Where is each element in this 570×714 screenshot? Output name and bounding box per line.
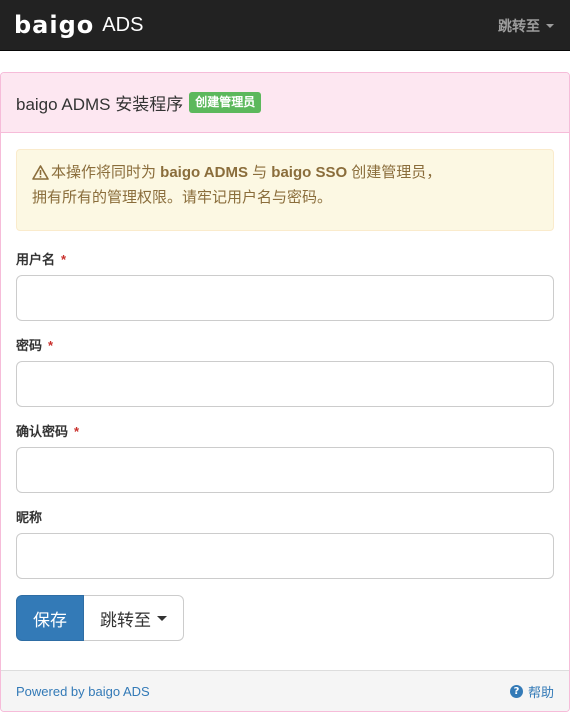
- jump-button-label: 跳转至: [100, 610, 151, 630]
- form-group-confirm-password: 确认密码 *: [16, 423, 554, 493]
- password-label: 密码 *: [16, 338, 54, 353]
- username-input[interactable]: [16, 275, 554, 321]
- help-link[interactable]: ? 帮助: [509, 682, 554, 701]
- alert-bold-adms: baigo ADMS: [160, 164, 248, 181]
- save-button[interactable]: 保存: [16, 595, 84, 641]
- password-input[interactable]: [16, 361, 554, 407]
- install-panel: baigo ADMS 安装程序 创建管理员 本操作将同时为 baigo ADMS…: [0, 72, 570, 712]
- help-label: 帮助: [527, 684, 554, 700]
- brand-logo[interactable]: baigo ADS: [14, 11, 143, 39]
- required-mark: *: [48, 338, 54, 353]
- powered-by-link[interactable]: Powered by baigo ADS: [16, 684, 150, 699]
- nickname-label: 昵称: [16, 510, 43, 525]
- chevron-down-icon: [546, 24, 554, 28]
- logo-suffix: ADS: [102, 14, 144, 36]
- top-navbar: baigo ADS 跳转至: [0, 0, 570, 51]
- required-mark: *: [61, 252, 67, 267]
- alert-text-3: 创建管理员，: [347, 164, 442, 181]
- nav-jump-dropdown[interactable]: 跳转至: [498, 16, 554, 36]
- logo-wordmark: baigo: [14, 11, 95, 39]
- question-circle-icon: ?: [509, 684, 523, 698]
- warning-icon: [32, 165, 49, 187]
- alert-text-line2: 拥有所有的管理权限。请牢记用户名与密码。: [32, 189, 333, 206]
- alert-text-2: 与: [247, 164, 272, 181]
- panel-footer: Powered by baigo ADS ? 帮助: [1, 670, 569, 711]
- form-group-password: 密码 *: [16, 337, 554, 407]
- panel-heading: baigo ADMS 安装程序 创建管理员: [1, 73, 569, 133]
- warning-alert: 本操作将同时为 baigo ADMS 与 baigo SSO 创建管理员， 拥有…: [16, 149, 554, 231]
- nickname-input[interactable]: [16, 533, 554, 579]
- chevron-down-icon: [157, 615, 167, 621]
- username-label: 用户名 *: [16, 252, 67, 267]
- confirm-password-input[interactable]: [16, 447, 554, 493]
- form-group-username: 用户名 *: [16, 251, 554, 321]
- confirm-password-label: 确认密码 *: [16, 424, 80, 439]
- step-badge: 创建管理员: [189, 92, 262, 113]
- alert-text-1: 本操作将同时为: [51, 164, 161, 181]
- form-group-nickname: 昵称: [16, 509, 554, 579]
- action-button-group: 保存 跳转至: [16, 595, 184, 641]
- page-title: baigo ADMS 安装程序: [16, 95, 184, 114]
- required-mark: *: [74, 424, 80, 439]
- alert-bold-sso: baigo SSO: [271, 164, 348, 181]
- nav-jump-label: 跳转至: [498, 18, 540, 34]
- jump-dropdown-button[interactable]: 跳转至: [84, 595, 184, 641]
